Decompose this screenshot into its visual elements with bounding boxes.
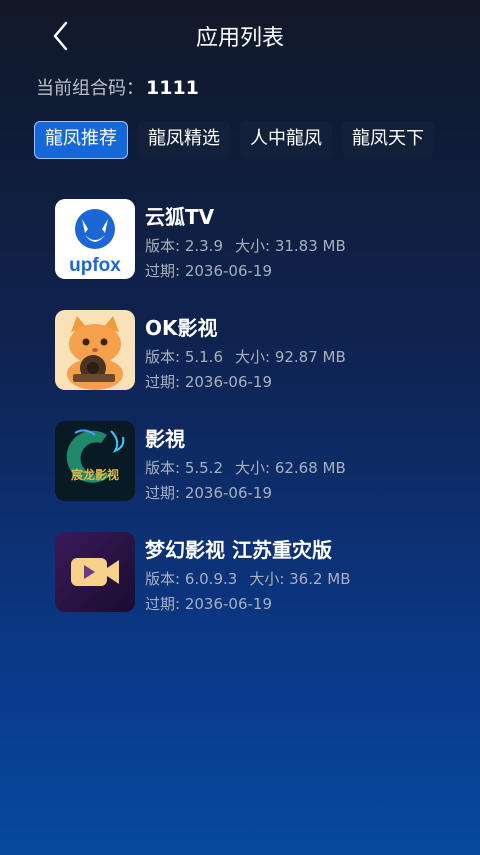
app-version: 版本: 2.3.9 — [145, 237, 223, 255]
tab-longfeng-selected[interactable]: 龍凤精选 — [138, 121, 230, 157]
app-version: 版本: 6.0.9.3 — [145, 570, 238, 588]
app-name: OK影视 — [145, 316, 218, 340]
top-bar: 应用列表 — [0, 0, 480, 72]
app-expire: 过期: 2036-06-19 — [145, 484, 272, 502]
app-size: 大小: 36.2 MB — [249, 570, 351, 588]
app-size: 大小: 92.87 MB — [235, 348, 346, 366]
app-expire: 过期: 2036-06-19 — [145, 373, 272, 391]
app-list-item[interactable]: 梦幻影视 江苏重灾版 版本: 6.0.9.3 大小: 36.2 MB 过期: 20… — [55, 532, 455, 643]
upfox-logo-icon: upfox — [55, 199, 135, 279]
upfox-logo-text: upfox — [69, 255, 121, 276]
orange-cat-icon — [55, 310, 135, 390]
tab-longfeng-recommend[interactable]: 龍凤推荐 — [34, 121, 128, 159]
dragon-logo-icon: 宸龙影视 — [55, 421, 135, 501]
tab-renzhong-longfeng[interactable]: 人中龍凤 — [240, 121, 332, 157]
tab-bar: 龍凤推荐 龍凤精选 人中龍凤 龍凤天下 — [34, 121, 480, 159]
group-code-value: 1111 — [146, 77, 199, 99]
app-name: 梦幻影视 江苏重灾版 — [145, 538, 332, 562]
app-size: 大小: 62.68 MB — [235, 459, 346, 477]
tab-longfeng-tianxia[interactable]: 龍凤天下 — [342, 121, 434, 157]
page-title: 应用列表 — [195, 26, 284, 51]
app-name: 影視 — [145, 427, 185, 451]
app-expire: 过期: 2036-06-19 — [145, 262, 272, 280]
dragon-logo-text: 宸龙影视 — [70, 467, 119, 482]
app-meta: 版本: 6.0.9.3 大小: 36.2 MB — [145, 568, 351, 589]
app-meta: 版本: 5.1.6 大小: 92.87 MB — [145, 346, 346, 367]
app-size: 大小: 31.83 MB — [235, 237, 346, 255]
app-name: 云狐TV — [145, 205, 215, 229]
app-list: upfox 云狐TV 版本: 2.3.9 大小: 31.83 MB 过期: 203… — [55, 199, 455, 643]
app-list-item[interactable]: OK影视 版本: 5.1.6 大小: 92.87 MB 过期: 2036-06-1… — [55, 310, 455, 421]
app-list-item[interactable]: 宸龙影视 影視 版本: 5.5.2 大小: 62.68 MB 过期: 2036-0… — [55, 421, 455, 532]
app-meta: 版本: 2.3.9 大小: 31.83 MB — [145, 235, 346, 256]
app-meta: 版本: 5.5.2 大小: 62.68 MB — [145, 457, 346, 478]
group-code: 当前组合码： 1111 — [36, 74, 199, 100]
app-list-item[interactable]: upfox 云狐TV 版本: 2.3.9 大小: 31.83 MB 过期: 203… — [55, 199, 455, 310]
app-expire: 过期: 2036-06-19 — [145, 595, 272, 613]
video-camera-icon — [55, 532, 135, 612]
app-version: 版本: 5.5.2 — [145, 459, 223, 477]
group-code-label: 当前组合码： — [36, 78, 144, 99]
app-version: 版本: 5.1.6 — [145, 348, 223, 366]
